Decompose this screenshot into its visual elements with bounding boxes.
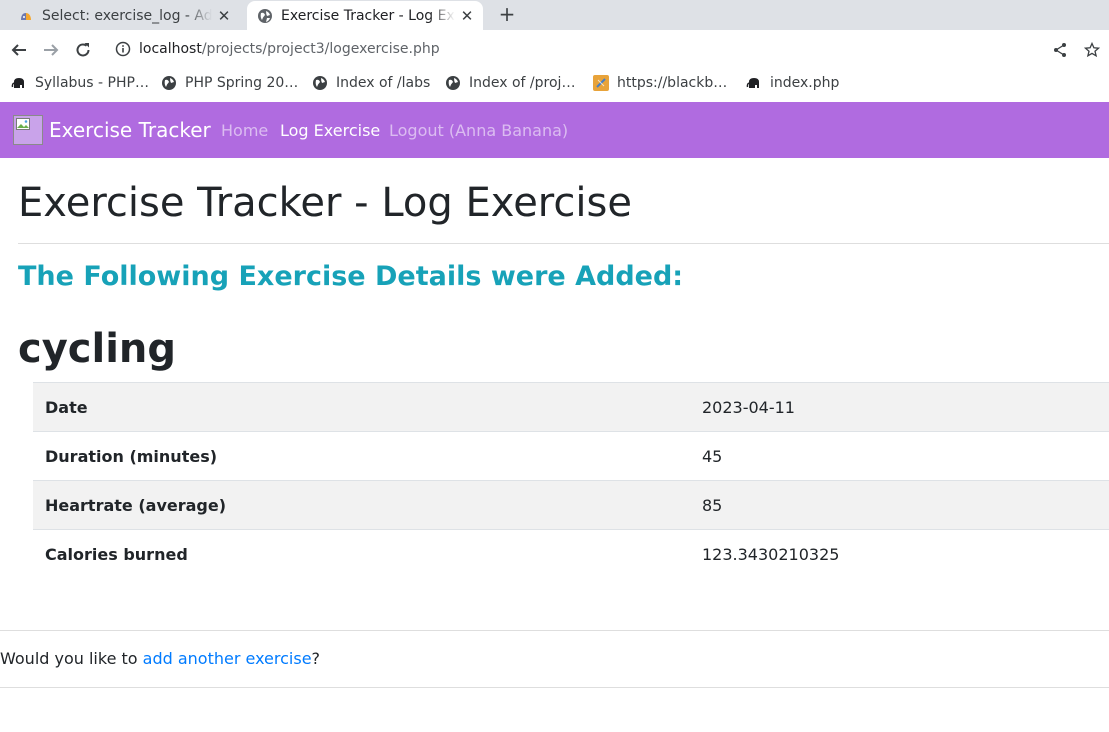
add-another-exercise-link[interactable]: add another exercise	[143, 649, 312, 668]
exercise-details-table: Date 2023-04-11 Duration (minutes) 45 He…	[33, 382, 1109, 579]
tab-title: Exercise Tracker - Log Exer	[281, 7, 455, 24]
exercise-type-heading: cycling	[18, 326, 177, 372]
reload-icon[interactable]	[74, 41, 92, 59]
php-elephant-icon	[746, 78, 759, 88]
tab-exercise-tracker[interactable]: Exercise Tracker - Log Exer ✕	[247, 1, 483, 30]
prompt-suffix: ?	[311, 649, 321, 668]
prompt-prefix: Would you like to	[0, 649, 143, 668]
table-row: Calories burned 123.3430210325	[33, 529, 1109, 579]
bookmark-label: index.php	[770, 75, 840, 91]
navbar-brand[interactable]: Exercise Tracker	[49, 118, 211, 142]
detail-value: 85	[702, 495, 723, 515]
broken-image-icon	[16, 118, 30, 130]
close-tab-icon[interactable]: ✕	[216, 8, 232, 24]
nav-link-home[interactable]: Home	[221, 121, 268, 140]
bookmark-label: PHP Spring 20…	[185, 75, 299, 91]
detail-label: Heartrate (average)	[45, 495, 227, 515]
bookmark-php-spring[interactable]: PHP Spring 20…	[161, 74, 298, 92]
bookmark-label: Index of /labs	[336, 75, 431, 91]
bookmark-label: https://blackb…	[617, 75, 728, 91]
info-icon[interactable]	[115, 41, 131, 57]
table-row: Date 2023-04-11	[33, 382, 1109, 432]
detail-value: 45	[702, 446, 723, 466]
phpmyadmin-icon	[21, 12, 31, 20]
globe-icon	[313, 76, 327, 90]
globe-icon	[162, 76, 176, 90]
page-title: Exercise Tracker - Log Exercise	[18, 180, 632, 226]
back-arrow-icon[interactable]	[10, 41, 28, 59]
nav-link-logout[interactable]: Logout (Anna Banana)	[389, 121, 568, 140]
bookmark-index-labs[interactable]: Index of /labs	[312, 74, 430, 92]
add-another-prompt: Would you like to add another exercise?	[0, 649, 320, 668]
tab-phpmyadmin[interactable]: Select: exercise_log - Adm ✕	[8, 1, 240, 30]
divider	[0, 687, 1109, 688]
url-host: localhost	[139, 41, 202, 57]
table-row: Heartrate (average) 85	[33, 480, 1109, 530]
divider	[0, 630, 1109, 631]
detail-value: 2023-04-11	[702, 397, 795, 417]
forward-arrow-icon[interactable]	[42, 41, 60, 59]
globe-icon	[258, 8, 272, 23]
tab-title: Select: exercise_log - Adm	[42, 7, 212, 24]
detail-label: Date	[45, 397, 88, 417]
bookmark-label: Index of /proj…	[469, 75, 576, 91]
detail-label: Duration (minutes)	[45, 446, 218, 466]
table-row: Duration (minutes) 45	[33, 431, 1109, 481]
bookmark-syllabus[interactable]: Syllabus - PHP…	[11, 74, 149, 92]
share-icon[interactable]	[1052, 42, 1068, 58]
new-tab-button[interactable]: +	[496, 4, 518, 26]
confirmation-heading: The Following Exercise Details were Adde…	[18, 261, 684, 292]
detail-value: 123.3430210325	[702, 544, 840, 564]
nav-link-log-exercise[interactable]: Log Exercise	[280, 121, 380, 140]
bookmark-star-icon[interactable]	[1084, 42, 1100, 58]
brand-logo-broken-image[interactable]	[13, 115, 43, 145]
divider	[18, 243, 1109, 244]
url-path: /projects/project3/logexercise.php	[201, 41, 440, 57]
php-elephant-icon	[11, 78, 24, 88]
close-tab-icon[interactable]: ✕	[459, 8, 475, 24]
bookmark-index-php[interactable]: index.php	[746, 74, 839, 92]
blackboard-icon	[593, 75, 609, 91]
bookmark-index-proj[interactable]: Index of /proj…	[445, 74, 575, 92]
url-text[interactable]: localhost/projects/project3/logexercise.…	[139, 41, 440, 57]
globe-icon	[446, 76, 460, 90]
detail-label: Calories burned	[45, 544, 188, 564]
bookmark-label: Syllabus - PHP…	[35, 75, 149, 91]
bookmark-blackboard[interactable]: https://blackb…	[593, 74, 727, 92]
